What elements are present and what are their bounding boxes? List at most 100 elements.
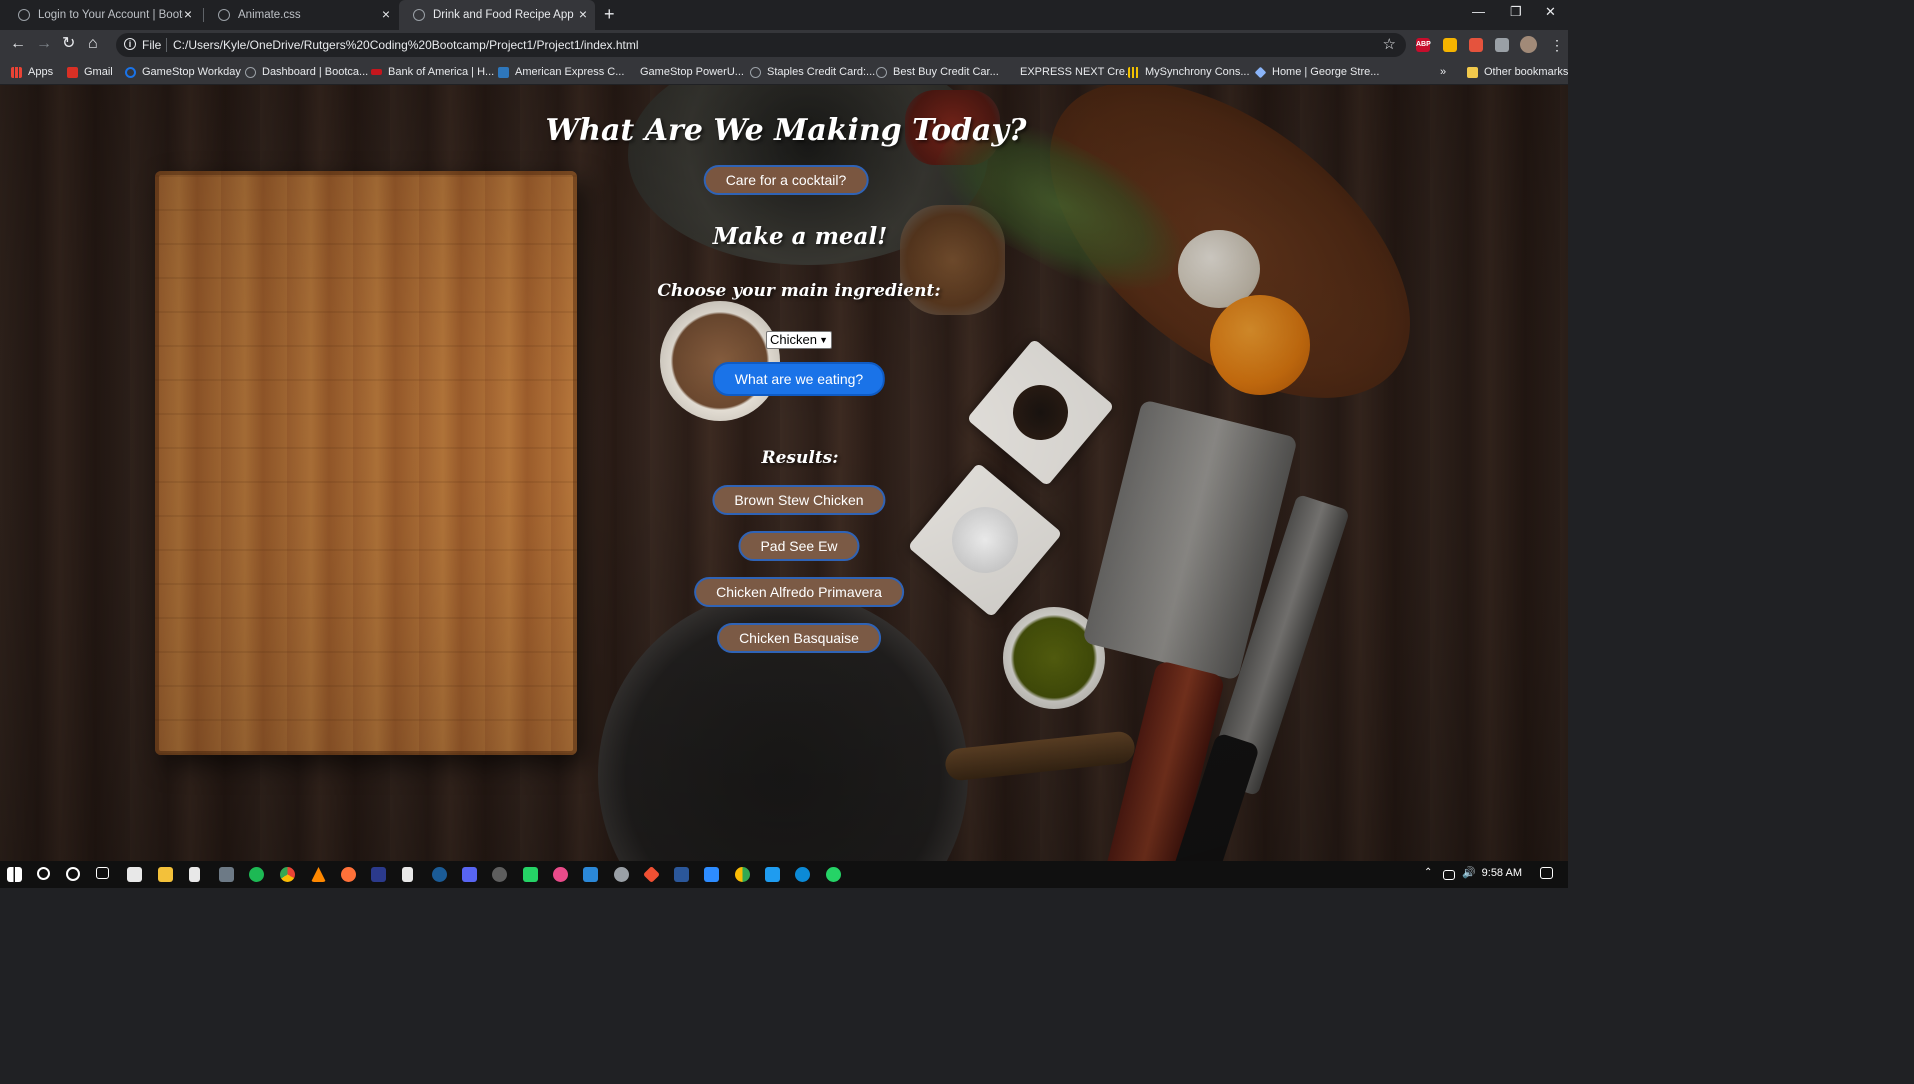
bookmark-label: American Express C... xyxy=(515,66,625,78)
vlc-icon[interactable] xyxy=(311,867,326,882)
edge-icon[interactable] xyxy=(795,867,810,882)
bookmark-label: Gmail xyxy=(84,66,113,78)
avatar[interactable] xyxy=(1520,36,1537,53)
puzzle-icon[interactable] xyxy=(1495,38,1509,52)
obs-icon[interactable] xyxy=(492,867,507,882)
results-heading: Results: xyxy=(761,448,839,468)
globe-icon xyxy=(413,9,425,21)
close-window-icon[interactable]: ✕ xyxy=(1545,4,1556,20)
apps-grid-icon xyxy=(11,66,22,78)
scheme-label: File xyxy=(142,38,162,52)
firefox-icon[interactable] xyxy=(341,867,356,882)
honey-icon[interactable] xyxy=(1443,38,1457,52)
bookmark-gamestop-poweru[interactable]: GameStop PowerU... xyxy=(623,64,744,80)
bookmark-bank-of-america[interactable]: Bank of America | H... xyxy=(371,64,494,80)
chrome-icon[interactable] xyxy=(280,867,295,882)
globe-icon xyxy=(218,9,230,21)
bookmark-gamestop-workday[interactable]: GameStop Workday xyxy=(125,64,241,80)
taskbar-clock[interactable]: 9:58 AM xyxy=(1482,867,1522,879)
word-icon[interactable] xyxy=(674,867,689,882)
app-icon[interactable] xyxy=(553,867,568,882)
messenger-icon[interactable] xyxy=(523,867,538,882)
meal-heading: Make a meal! xyxy=(712,223,888,250)
whatsapp-icon[interactable] xyxy=(826,867,841,882)
tab-strip: Login to Your Account | Bootcam × Animat… xyxy=(0,0,1568,30)
forward-icon[interactable]: → xyxy=(36,36,52,52)
vscode-icon[interactable] xyxy=(765,867,780,882)
bookmark-staples[interactable]: Staples Credit Card:... xyxy=(750,64,875,80)
globe-icon xyxy=(18,9,30,21)
back-icon[interactable]: ← xyxy=(10,36,26,52)
close-icon[interactable]: × xyxy=(579,7,587,21)
more-bookmarks-button[interactable]: » xyxy=(1440,64,1446,80)
what-are-we-eating-button[interactable]: What are we eating? xyxy=(712,362,886,396)
bookmark-label: Apps xyxy=(28,66,54,78)
spotify-icon[interactable] xyxy=(249,867,264,882)
vignette-overlay xyxy=(0,85,1568,861)
home-icon[interactable]: ⌂ xyxy=(88,36,98,52)
tab-title: Animate.css xyxy=(238,9,301,21)
tab-recipe-app[interactable]: Drink and Food Recipe App × xyxy=(399,0,595,30)
bank-of-america-icon xyxy=(371,69,382,75)
bookmark-american-express[interactable]: American Express C... xyxy=(498,64,624,80)
chevron-up-icon[interactable]: ⌃ xyxy=(1424,867,1439,882)
chrome-alt-icon[interactable] xyxy=(735,867,750,882)
bookmark-george-street[interactable]: Home | George Stre... xyxy=(1254,64,1379,80)
restore-icon[interactable]: ❐ xyxy=(1510,4,1522,20)
url-text[interactable]: C:/Users/Kyle/OneDrive/Rutgers%20Coding%… xyxy=(173,38,639,52)
globe-icon xyxy=(245,66,256,78)
cortana-icon[interactable] xyxy=(66,867,80,881)
tab-animate-css[interactable]: Animate.css × xyxy=(204,0,398,30)
bookmark-apps[interactable]: Apps xyxy=(11,64,53,80)
network-icon[interactable] xyxy=(1443,870,1455,880)
minimize-icon[interactable]: — xyxy=(1472,4,1485,19)
bookmark-mysynchrony[interactable]: MySynchrony Cons... xyxy=(1128,64,1250,80)
menu-icon[interactable]: ⋮ xyxy=(1550,37,1564,53)
notification-icon[interactable] xyxy=(1540,867,1553,879)
info-icon[interactable]: i xyxy=(124,38,136,50)
abp-icon[interactable]: ABP xyxy=(1416,38,1431,52)
tab-title: Drink and Food Recipe App xyxy=(433,9,574,21)
bookmark-dashboard[interactable]: Dashboard | Bootca... xyxy=(245,64,368,80)
bookmark-best-buy[interactable]: Best Buy Credit Car... xyxy=(876,64,999,80)
page-title: What Are We Making Today? xyxy=(545,113,1027,148)
bookmark-label: Best Buy Credit Car... xyxy=(893,66,999,78)
result-button[interactable]: Brown Stew Chicken xyxy=(712,485,886,515)
start-icon[interactable] xyxy=(7,867,22,882)
close-icon[interactable]: × xyxy=(184,7,192,21)
cocktail-button[interactable]: Care for a cocktail? xyxy=(703,165,869,195)
zoom-icon[interactable] xyxy=(704,867,719,882)
result-button[interactable]: Chicken Alfredo Primavera xyxy=(694,577,904,607)
close-icon[interactable]: × xyxy=(382,7,390,21)
search-icon[interactable] xyxy=(37,867,50,880)
bookmark-label: Bank of America | H... xyxy=(388,66,495,78)
store-icon[interactable] xyxy=(127,867,142,882)
result-button[interactable]: Pad See Ew xyxy=(738,531,860,561)
bookmark-star-icon[interactable]: ☆ xyxy=(1383,35,1396,53)
ingredient-select[interactable]: Chicken ▼ xyxy=(766,331,832,349)
mail-icon[interactable] xyxy=(583,867,598,882)
cloud-icon[interactable] xyxy=(614,867,629,882)
document-icon[interactable] xyxy=(402,867,413,882)
discord-icon[interactable] xyxy=(462,867,477,882)
new-tab-button[interactable]: + xyxy=(604,5,615,23)
git-icon[interactable] xyxy=(643,866,660,883)
tab-title: Login to Your Account | Bootcam xyxy=(38,9,183,21)
result-button[interactable]: Chicken Basquaise xyxy=(717,623,881,653)
globe-icon xyxy=(750,66,761,78)
steam-icon[interactable] xyxy=(432,867,447,882)
photos-icon[interactable] xyxy=(219,867,234,882)
reload-icon[interactable]: ↻ xyxy=(62,36,75,52)
tab-bootcamp[interactable]: Login to Your Account | Bootcam × xyxy=(4,0,200,30)
volume-icon[interactable]: 🔊 xyxy=(1462,866,1477,881)
notepad-icon[interactable] xyxy=(189,867,200,882)
bookmark-gmail[interactable]: Gmail xyxy=(67,64,113,80)
address-bar[interactable]: i File C:/Users/Kyle/OneDrive/Rutgers%20… xyxy=(116,33,1406,57)
bookmark-express-next[interactable]: EXPRESS NEXT Cre... xyxy=(1003,64,1134,80)
other-bookmarks[interactable]: Other bookmarks xyxy=(1467,64,1568,80)
file-explorer-icon[interactable] xyxy=(158,867,173,882)
redirect-icon[interactable] xyxy=(1469,38,1483,52)
ingredient-selected-value: Chicken xyxy=(770,332,817,347)
task-view-icon[interactable] xyxy=(96,867,109,879)
photoshop-icon[interactable] xyxy=(371,867,386,882)
